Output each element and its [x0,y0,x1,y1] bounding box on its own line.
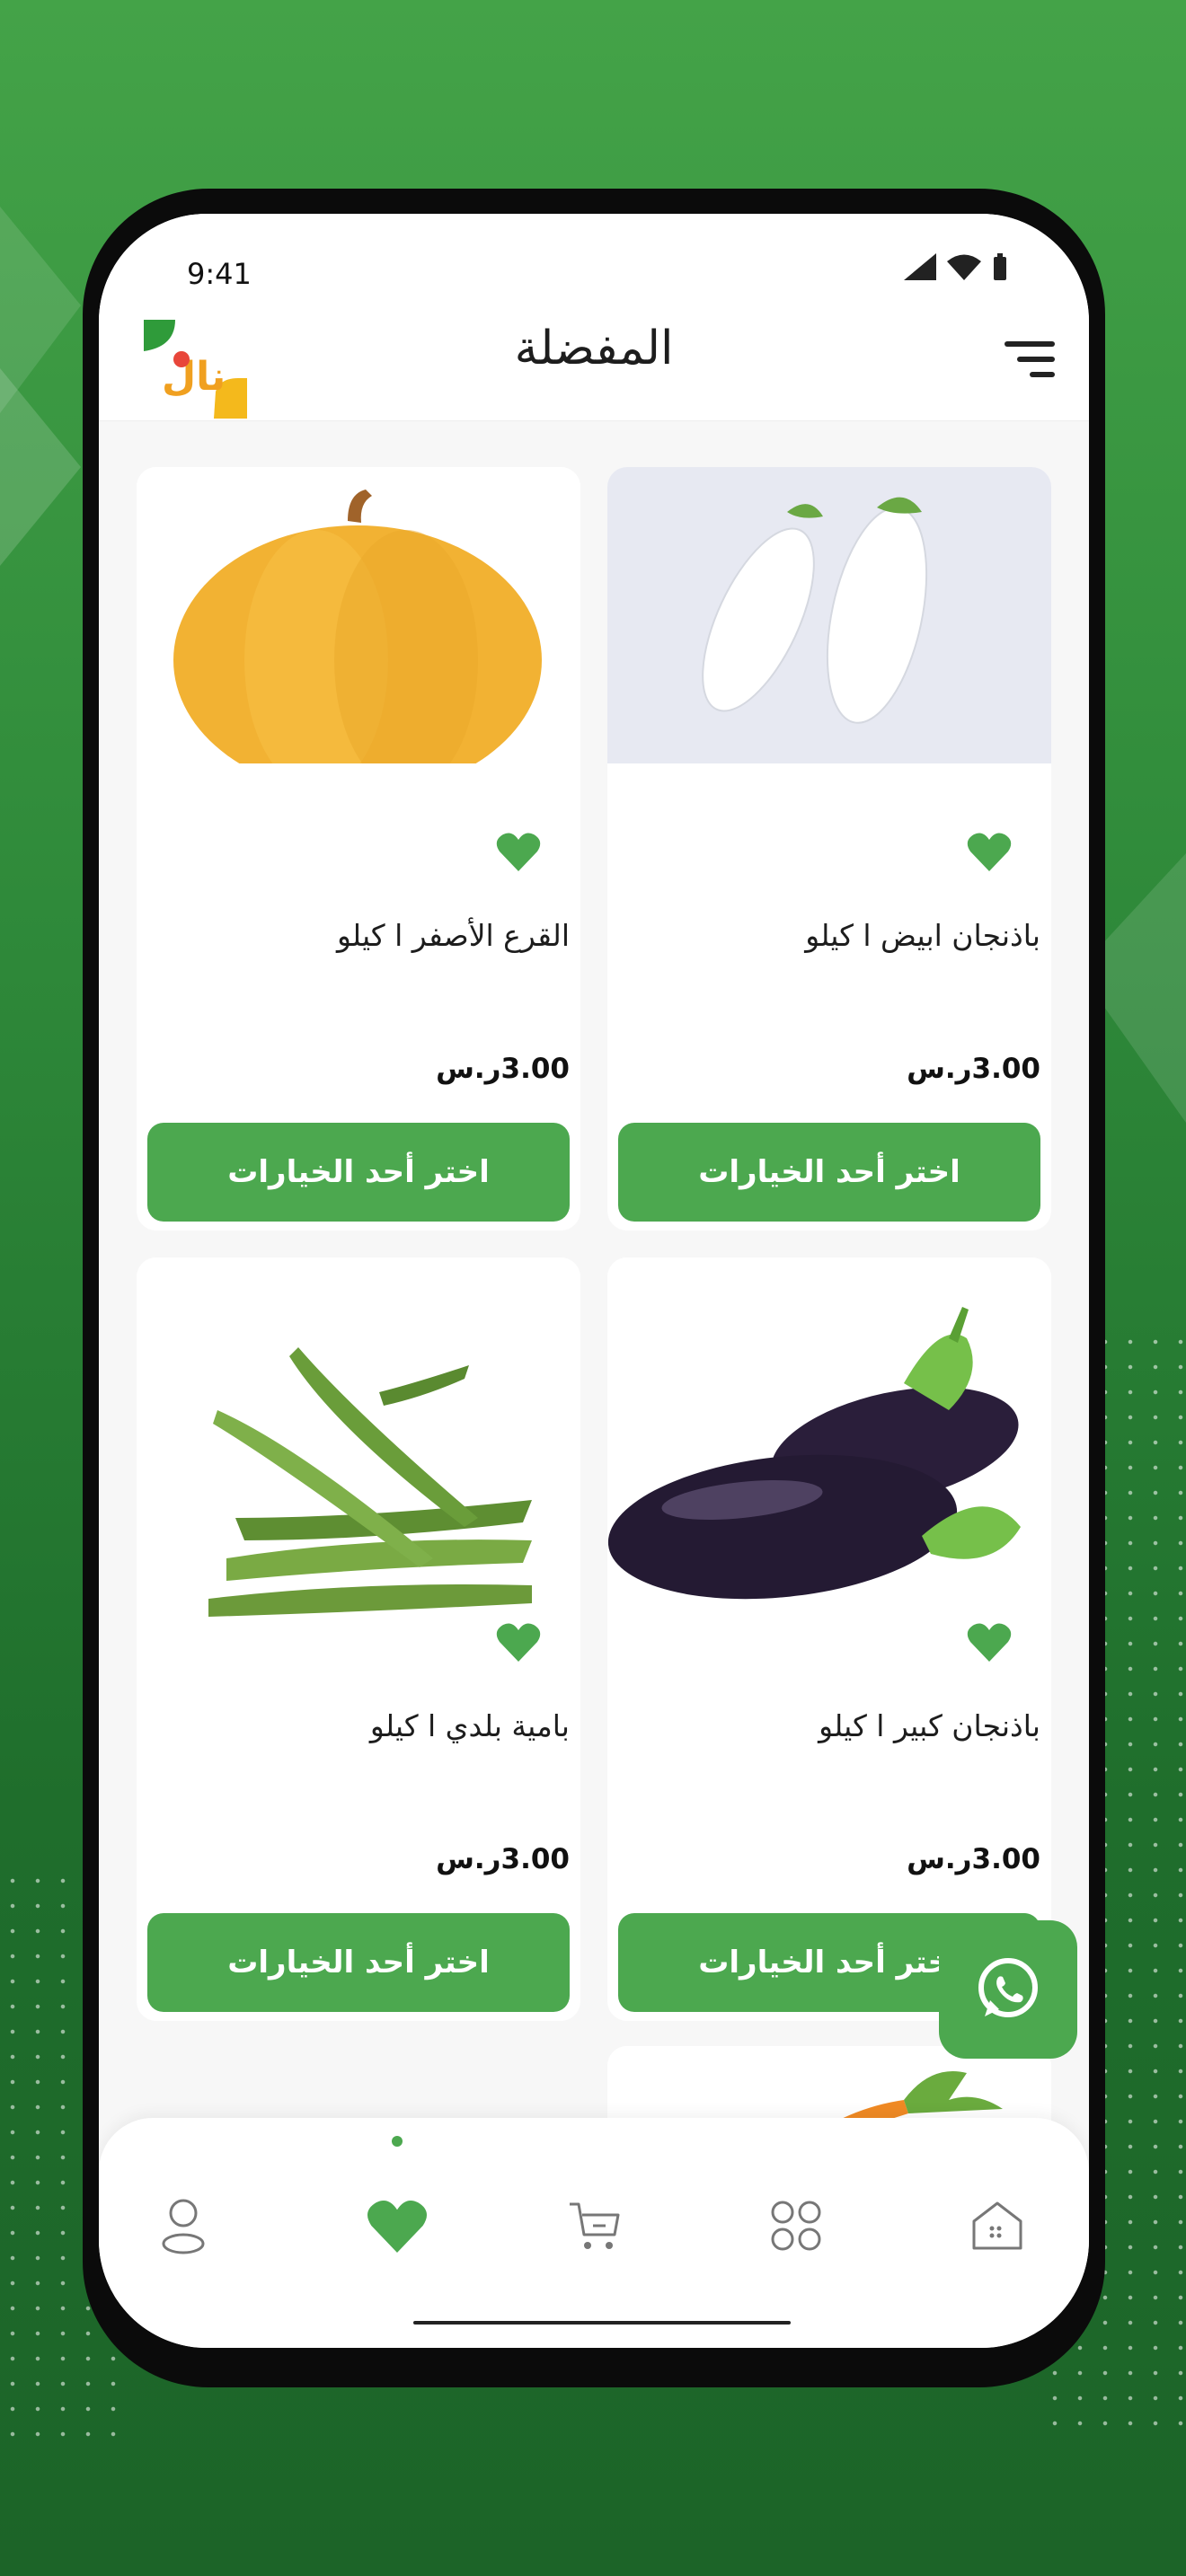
home-indicator [413,2321,791,2325]
product-name: القرع الأصفر ا كيلو [336,918,570,953]
active-indicator-dot [392,2136,403,2147]
product-card[interactable]: القرع الأصفر ا كيلو 3.00ر.س اختر أحد الخ… [137,467,580,1231]
app-header: نال المفضلة [99,313,1089,421]
product-price: 3.00ر.س [907,1843,1040,1875]
product-image-okra[interactable] [137,1257,580,1662]
status-bar: 9:41 [99,214,1089,313]
product-image-yellow-pumpkin[interactable] [137,467,580,763]
nav-home[interactable] [961,2190,1033,2262]
app-screen: 9:41 نال المفضلة باذنجان ابيض ا كيلو 3.0… [99,214,1089,2348]
select-options-button[interactable]: اختر أحد الخيارات [618,1123,1040,1222]
categories-icon [771,2201,821,2251]
product-card[interactable]: بامية بلدي ا كيلو 3.00ر.س اختر أحد الخيا… [137,1257,580,2021]
nav-categories[interactable] [760,2190,832,2262]
nav-cart[interactable] [559,2190,631,2262]
cart-icon [570,2202,620,2249]
favorite-heart-icon[interactable] [967,832,1012,871]
menu-icon[interactable] [1001,332,1058,386]
page-title: المفضلة [514,322,674,375]
status-time: 9:41 [187,257,252,291]
cellular-signal-icon [904,253,936,280]
favorite-heart-icon[interactable] [967,1622,1012,1662]
phone-frame: 9:41 نال المفضلة باذنجان ابيض ا كيلو 3.0… [83,189,1105,2387]
product-image-purple-eggplant[interactable] [607,1257,1051,1662]
product-name: باذنجان ابيض ا كيلو [805,918,1040,953]
bottom-navigation [99,2118,1089,2348]
whatsapp-icon [978,1958,1038,2017]
nav-profile[interactable] [147,2190,219,2262]
whatsapp-button[interactable] [939,1920,1077,2059]
background-decoration-left [0,207,81,566]
select-options-button[interactable]: اختر أحد الخيارات [147,1123,570,1222]
favorite-heart-icon[interactable] [496,832,541,871]
product-name: باذنجان كبير ا كيلو [819,1708,1040,1743]
product-card[interactable]: باذنجان كبير ا كيلو 3.00ر.س اختر أحد الخ… [607,1257,1051,2021]
favorite-heart-icon[interactable] [496,1622,541,1662]
product-image-white-eggplant[interactable] [607,467,1051,763]
profile-icon [162,2199,205,2254]
wifi-icon [947,254,981,280]
product-card[interactable]: باذنجان ابيض ا كيلو 3.00ر.س اختر أحد الخ… [607,467,1051,1231]
product-price: 3.00ر.س [436,1053,570,1085]
battery-icon [994,253,1006,280]
home-icon [972,2201,1022,2250]
nav-favorites[interactable] [361,2190,433,2262]
product-price: 3.00ر.س [436,1843,570,1875]
status-icons [904,253,1008,280]
select-options-button[interactable]: اختر أحد الخيارات [147,1913,570,2012]
favorites-icon [367,2200,427,2253]
product-price: 3.00ر.س [907,1053,1040,1085]
product-name: بامية بلدي ا كيلو [369,1708,570,1743]
